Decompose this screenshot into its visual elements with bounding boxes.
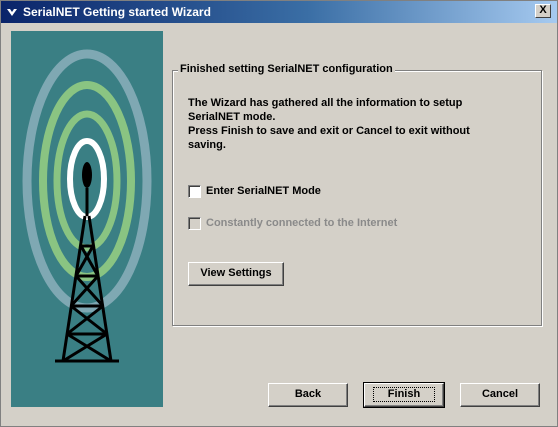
back-button[interactable]: Back	[268, 383, 348, 407]
finish-button-label: Finish	[372, 387, 436, 402]
group-title: Finished setting SerialNET configuration	[178, 63, 395, 75]
enter-serialnet-mode-option[interactable]: Enter SerialNET Mode	[188, 183, 321, 199]
description-line: The Wizard has gathered all the informat…	[188, 97, 463, 109]
description-line: Press Finish to save and exit or Cancel …	[188, 125, 470, 137]
constantly-connected-checkbox	[188, 216, 201, 230]
title-bar[interactable]: SerialNET Getting started Wizard X	[1, 1, 557, 23]
app-icon	[7, 9, 17, 16]
window-title: SerialNET Getting started Wizard	[23, 5, 211, 19]
close-button[interactable]: X	[535, 4, 551, 18]
close-icon: X	[539, 4, 547, 16]
description-line: SerialNET mode.	[188, 111, 276, 123]
wizard-side-image	[11, 31, 163, 407]
cancel-button[interactable]: Cancel	[460, 383, 540, 407]
enter-serialnet-mode-checkbox[interactable]	[188, 184, 201, 198]
radio-tower-illustration	[11, 31, 163, 407]
constantly-connected-label: Constantly connected to the Internet	[206, 217, 398, 229]
view-settings-button[interactable]: View Settings	[188, 262, 284, 286]
description-text: The Wizard has gathered all the informat…	[188, 96, 533, 152]
description-line: saving.	[188, 139, 226, 151]
finish-button[interactable]: Finish	[363, 382, 445, 408]
constantly-connected-option: Constantly connected to the Internet	[188, 215, 397, 231]
wizard-window: SerialNET Getting started Wizard X Finis…	[0, 0, 558, 427]
enter-serialnet-mode-label[interactable]: Enter SerialNET Mode	[206, 185, 321, 197]
